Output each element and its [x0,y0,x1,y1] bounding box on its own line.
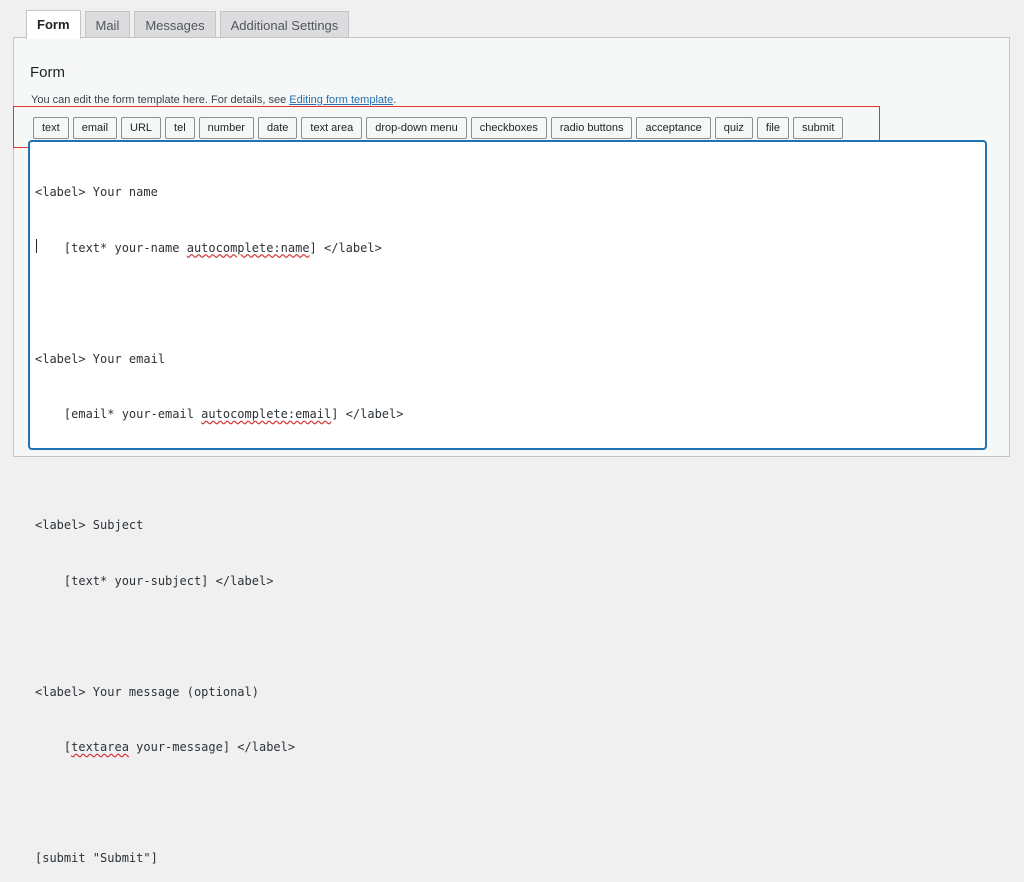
description-text: You can edit the form template here. For… [31,94,290,106]
tag-generator-buttons: text email URL tel number date text area… [33,117,844,139]
tag-date-button[interactable]: date [257,117,298,139]
code-line: <label> Your email [35,351,166,366]
tag-number-button[interactable]: number [198,117,254,139]
code-line: <label> Your name [35,185,158,199]
tag-file-button[interactable]: file [756,117,789,139]
tab-additional-settings[interactable]: Additional Settings [219,11,350,38]
tag-url-button[interactable]: URL [121,117,162,139]
spellcheck-word: autocomplete:email [201,407,332,421]
code-line: <label> Subject [35,518,144,532]
tag-submit-button[interactable]: submit [792,117,844,139]
tag-quiz-button[interactable]: quiz [714,117,753,139]
tag-textarea-button[interactable]: text area [301,117,363,139]
form-template-editor[interactable]: <label> Your name [text* your-name autoc… [28,140,987,865]
code-line: [textarea your-message] </label> [35,740,296,754]
tag-radio-buttons-button[interactable]: radio buttons [550,117,633,139]
tab-mail[interactable]: Mail [84,11,131,38]
editing-form-template-link[interactable]: Editing form template [289,94,393,106]
tag-text-button[interactable]: text [33,117,69,139]
tag-email-button[interactable]: email [72,117,118,139]
description-suffix: . [393,94,397,106]
code-line: [submit "Submit"] [35,851,158,865]
panel-title: Form [30,64,65,81]
tag-acceptance-button[interactable]: acceptance [636,117,711,139]
code-line: <label> Your message (optional) [35,684,259,699]
code-line: [text* your-subject] </label> [35,573,274,588]
panel-description: You can edit the form template here. For… [31,94,396,106]
tab-bar: Form Mail Messages Additional Settings [26,10,350,39]
form-template-code: <label> Your name [text* your-name autoc… [35,146,403,882]
tag-tel-button[interactable]: tel [165,117,195,139]
tab-form[interactable]: Form [26,10,81,39]
tag-checkboxes-button[interactable]: checkboxes [470,117,547,139]
code-line: [text* your-name autocomplete:name] </la… [35,240,382,255]
tab-messages[interactable]: Messages [134,11,216,38]
spellcheck-word: autocomplete:name [186,240,310,255]
tag-dropdown-button[interactable]: drop-down menu [366,117,467,139]
code-line: [email* your-email autocomplete:email] <… [35,407,404,421]
spellcheck-word: textarea [71,740,129,754]
